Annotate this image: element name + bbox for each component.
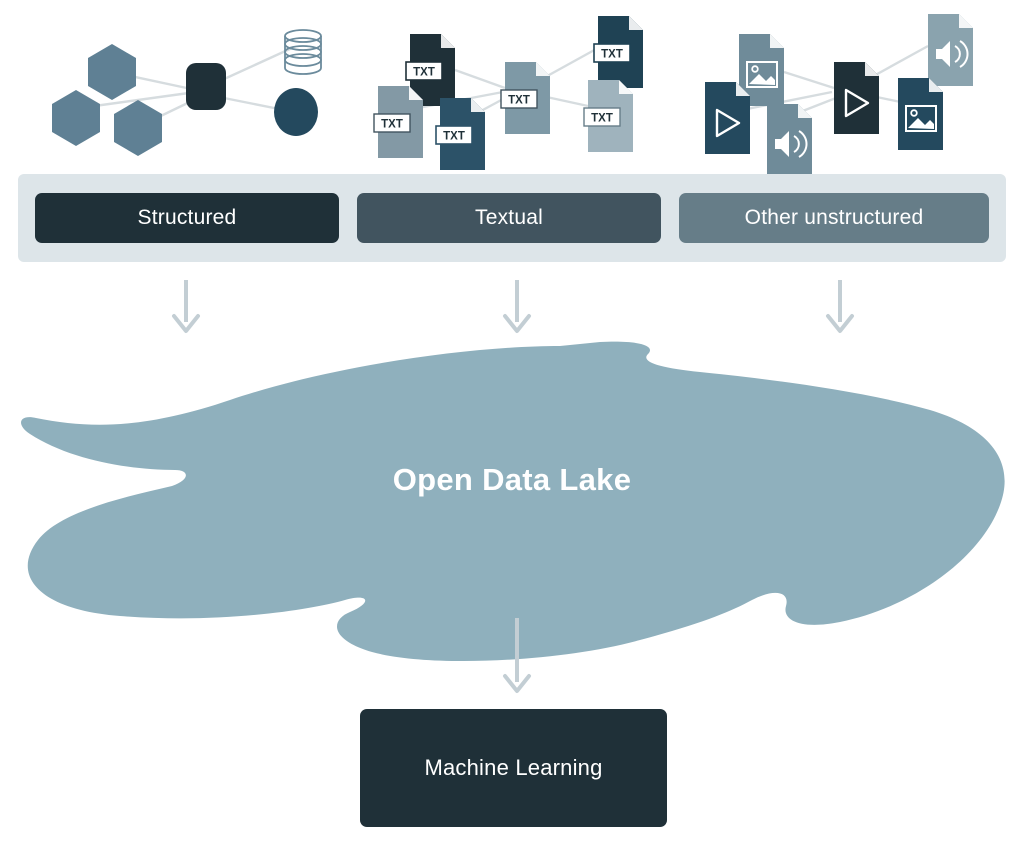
category-bar: Structured Textual Other unstructured xyxy=(18,174,1006,262)
txt-file-icon: TXT xyxy=(583,80,633,152)
category-button-other-unstructured[interactable]: Other unstructured xyxy=(679,193,989,243)
other-unstructured-cluster xyxy=(705,14,973,176)
category-button-structured[interactable]: Structured xyxy=(35,193,339,243)
svg-text:TXT: TXT xyxy=(508,95,530,107)
txt-file-icon: TXT xyxy=(500,62,550,134)
image-file-icon xyxy=(898,78,943,150)
structured-cluster xyxy=(52,29,322,156)
database-cylinder-icon xyxy=(284,29,322,75)
hexagon-icon xyxy=(88,44,136,100)
arrow-down-icon xyxy=(826,280,854,333)
hexagon-icon xyxy=(114,100,162,156)
arrow-down-icon xyxy=(172,280,200,333)
audio-file-icon xyxy=(767,104,812,176)
textual-cluster: TXT TXT TXT TXT TXT TXT xyxy=(373,16,643,170)
video-file-icon xyxy=(834,62,879,134)
diagram-canvas: TXT TXT TXT TXT TXT TXT Open Data Lake S… xyxy=(0,0,1024,847)
inflow-arrows xyxy=(172,280,854,333)
category-button-textual[interactable]: Textual xyxy=(357,193,661,243)
hexagon-icon xyxy=(52,90,100,146)
svg-text:TXT: TXT xyxy=(413,67,435,79)
audio-file-icon xyxy=(928,14,973,86)
txt-file-icon: TXT xyxy=(373,86,423,158)
rounded-square-node-icon xyxy=(186,63,226,110)
machine-learning-box[interactable]: Machine Learning xyxy=(360,709,667,827)
svg-text:TXT: TXT xyxy=(443,131,465,143)
svg-text:TXT: TXT xyxy=(381,119,403,131)
arrow-down-icon xyxy=(503,280,531,333)
open-data-lake-shape xyxy=(21,341,1005,662)
txt-file-icon: TXT xyxy=(435,98,485,170)
video-file-icon xyxy=(705,82,750,154)
circle-node-icon xyxy=(274,88,318,136)
svg-text:TXT: TXT xyxy=(601,49,623,61)
txt-file-icon: TXT xyxy=(593,16,643,88)
svg-text:TXT: TXT xyxy=(591,113,613,125)
